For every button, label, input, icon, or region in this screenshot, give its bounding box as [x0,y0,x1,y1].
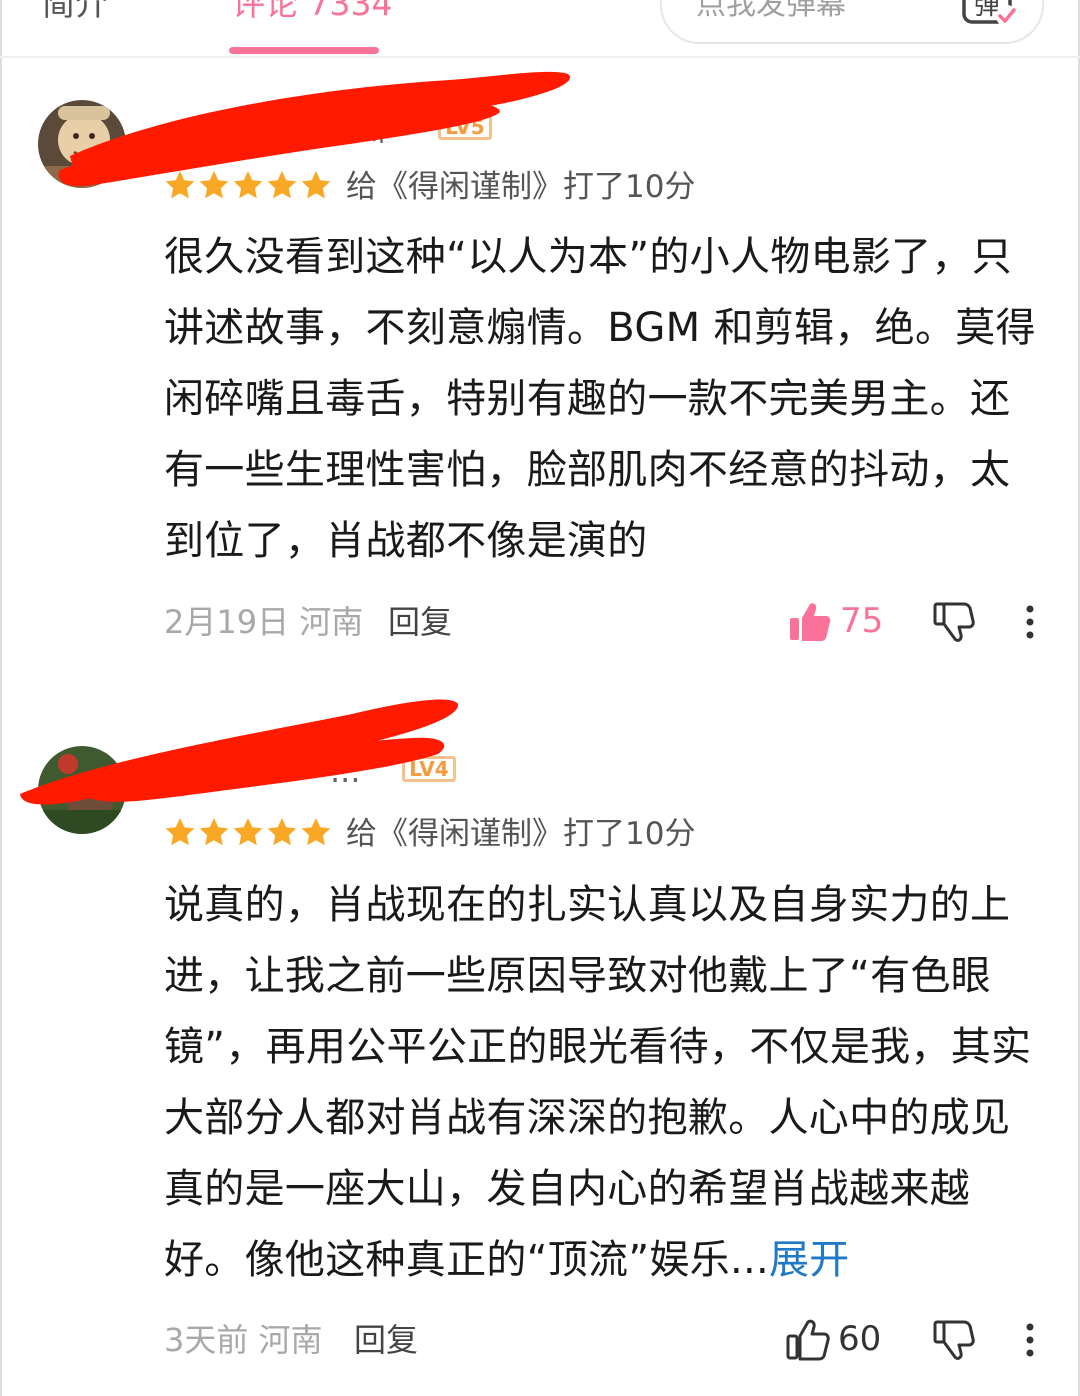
like-count: 75 [840,601,884,641]
more-options-button[interactable] [1020,1320,1040,1360]
star-rating [164,816,334,850]
comment-date: 2月19日 河南 [164,602,363,642]
comment-meta: 3天前 河南 回复 60 [164,1316,1054,1366]
comment-body: 说真的，肖战现在的扎实认真以及自身实力的上进，让我之前一些原因导致对他戴上了“有… [164,870,1044,1296]
avatar[interactable] [38,746,126,834]
more-vertical-icon [1026,1323,1034,1357]
frame-left-edge [0,0,2,1396]
date-text: 2月19日 [164,603,290,641]
reply-button[interactable]: 回复 [354,1320,418,1360]
reply-button[interactable]: 回复 [388,602,452,642]
level-badge: LV5 [438,114,492,140]
star-rating [164,169,334,203]
svg-text:弹: 弹 [974,0,1000,21]
more-options-button[interactable] [1020,602,1040,642]
username[interactable]: ...虾 [330,104,393,150]
active-tab-indicator [229,47,379,54]
username[interactable]: ... [330,752,361,790]
rating-text: 给《得闲谨制》打了10分 [346,816,696,852]
location-text: 河南 [299,603,364,641]
thumbs-down-icon [933,1320,975,1360]
danmaku-input[interactable]: 点我发弹幕 弹 [660,0,1044,44]
tab-intro[interactable]: 简介 [42,0,108,24]
date-text: 3天前 [164,1321,249,1359]
danmaku-toggle-icon[interactable]: 弹 [960,0,1020,30]
comment-date: 3天前 河南 [164,1320,323,1360]
tab-bar-divider [0,56,1080,58]
comment-text: 说真的，肖战现在的扎实认真以及自身实力的上进，让我之前一些原因导致对他戴上了“有… [164,882,1032,1283]
level-badge: LV4 [402,756,456,782]
dislike-button[interactable] [932,600,976,644]
location-text: 河南 [258,1321,323,1359]
comment-body: 很久没看到这种“以人为本”的小人物电影了，只讲述故事，不刻意煽情。BGM 和剪辑… [164,234,1036,564]
thumbs-up-icon [786,1319,830,1361]
more-vertical-icon [1026,605,1034,639]
like-count: 60 [838,1319,882,1359]
dislike-button[interactable] [932,1318,976,1362]
rating-text: 给《得闲谨制》打了10分 [346,169,696,205]
comment-meta: 2月19日 河南 回复 75 [164,598,1054,648]
thumbs-down-icon [933,602,975,642]
avatar[interactable] [38,100,126,188]
expand-button[interactable]: 展开 [769,1237,850,1283]
danmaku-placeholder: 点我发弹幕 [696,0,846,22]
tab-comments[interactable]: 评论 7334 [232,0,392,24]
tab-bar: 简介 评论 7334 点我发弹幕 弹 [0,0,1080,58]
thumbs-up-icon [790,603,831,641]
